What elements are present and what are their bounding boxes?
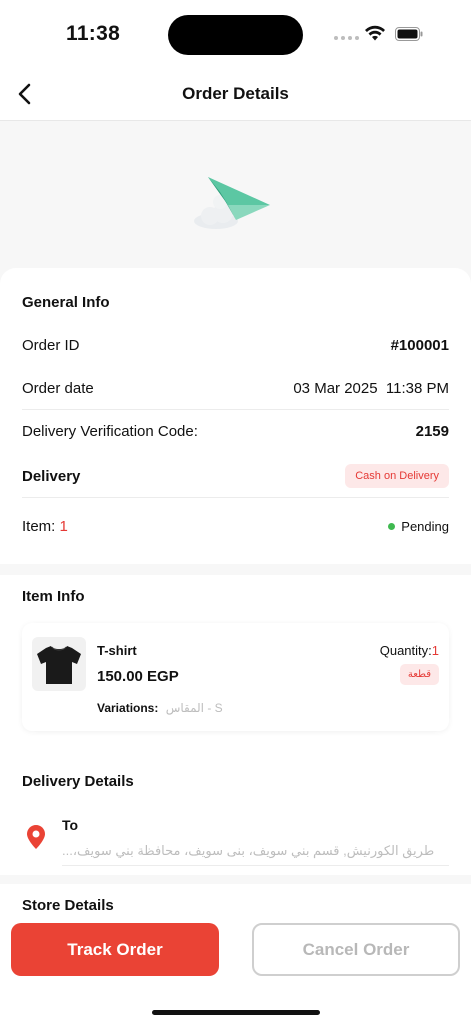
item-variations: Variations: المقاس - S	[97, 701, 223, 715]
paper-plane-icon	[194, 177, 270, 229]
quantity-label: Quantity:	[379, 643, 432, 658]
order-id-row: Order ID #100001	[22, 324, 449, 366]
item-count-value: 1	[59, 517, 68, 535]
variations-value: المقاس - S	[165, 701, 223, 715]
item-price: 150.00 EGP	[97, 668, 179, 685]
delivery-details-title: Delivery Details	[22, 773, 134, 790]
delivery-to-label: To	[62, 817, 79, 833]
order-date-row: Order date 03 Mar 2025 11:38 PM	[22, 367, 449, 410]
delivery-address: طريق الكورنيش, قسم بني سويف، بنى سويف، م…	[62, 843, 435, 858]
delivery-row: Delivery Cash on Delivery	[22, 455, 449, 498]
status-dot-icon	[388, 522, 396, 530]
status-time: 11:38	[66, 22, 121, 45]
dynamic-island	[168, 15, 303, 55]
order-id-value: #100001	[390, 336, 449, 354]
item-count-label: Item:	[22, 517, 56, 535]
verification-code-label: Delivery Verification Code:	[22, 422, 198, 440]
item-quantity: Quantity:1	[380, 643, 439, 658]
address-divider	[62, 865, 449, 866]
battery-icon	[395, 27, 423, 41]
item-name: T-shirt	[97, 643, 137, 658]
payment-method-badge: Cash on Delivery	[345, 464, 449, 488]
unit-badge: قطعة	[399, 664, 439, 685]
location-pin-icon	[27, 825, 45, 849]
general-info-title: General Info	[22, 294, 110, 311]
page-title: Order Details	[182, 84, 289, 103]
item-info-title: Item Info	[22, 588, 85, 605]
order-status-text: Pending	[401, 518, 449, 534]
item-info-card: Item Info T-shirt 150.00 EGP Variations:…	[0, 575, 471, 875]
cellular-signal-icon	[334, 36, 359, 40]
bottom-action-bar: Track Order Cancel Order	[0, 910, 471, 1024]
nav-bar: Order Details	[0, 70, 471, 121]
t-shirt-icon	[37, 646, 81, 684]
cancel-order-button[interactable]: Cancel Order	[252, 923, 460, 976]
item-count: Item: 1	[22, 518, 68, 535]
item-status-row: Item: 1 Pending	[22, 505, 449, 547]
quantity-value: 1	[431, 643, 439, 658]
variations-label: Variations:	[97, 701, 159, 715]
verification-code-row: Delivery Verification Code: 2159	[22, 410, 449, 452]
order-id-label: Order ID	[22, 336, 80, 354]
item-thumbnail	[32, 637, 86, 691]
verification-code-value: 2159	[415, 422, 449, 440]
track-order-button[interactable]: Track Order	[11, 923, 219, 976]
delivery-label: Delivery	[22, 467, 81, 485]
order-status: Pending	[388, 519, 449, 534]
order-date-value: 03 Mar 2025 11:38 PM	[293, 379, 449, 397]
wifi-icon	[365, 25, 385, 41]
general-info-card: General Info Order ID #100001 Order date…	[0, 268, 471, 564]
order-item[interactable]: T-shirt 150.00 EGP Variations: المقاس - …	[22, 623, 449, 731]
order-date-label: Order date	[22, 379, 94, 397]
home-indicator	[152, 1010, 320, 1015]
status-bar: 11:38	[0, 0, 471, 70]
